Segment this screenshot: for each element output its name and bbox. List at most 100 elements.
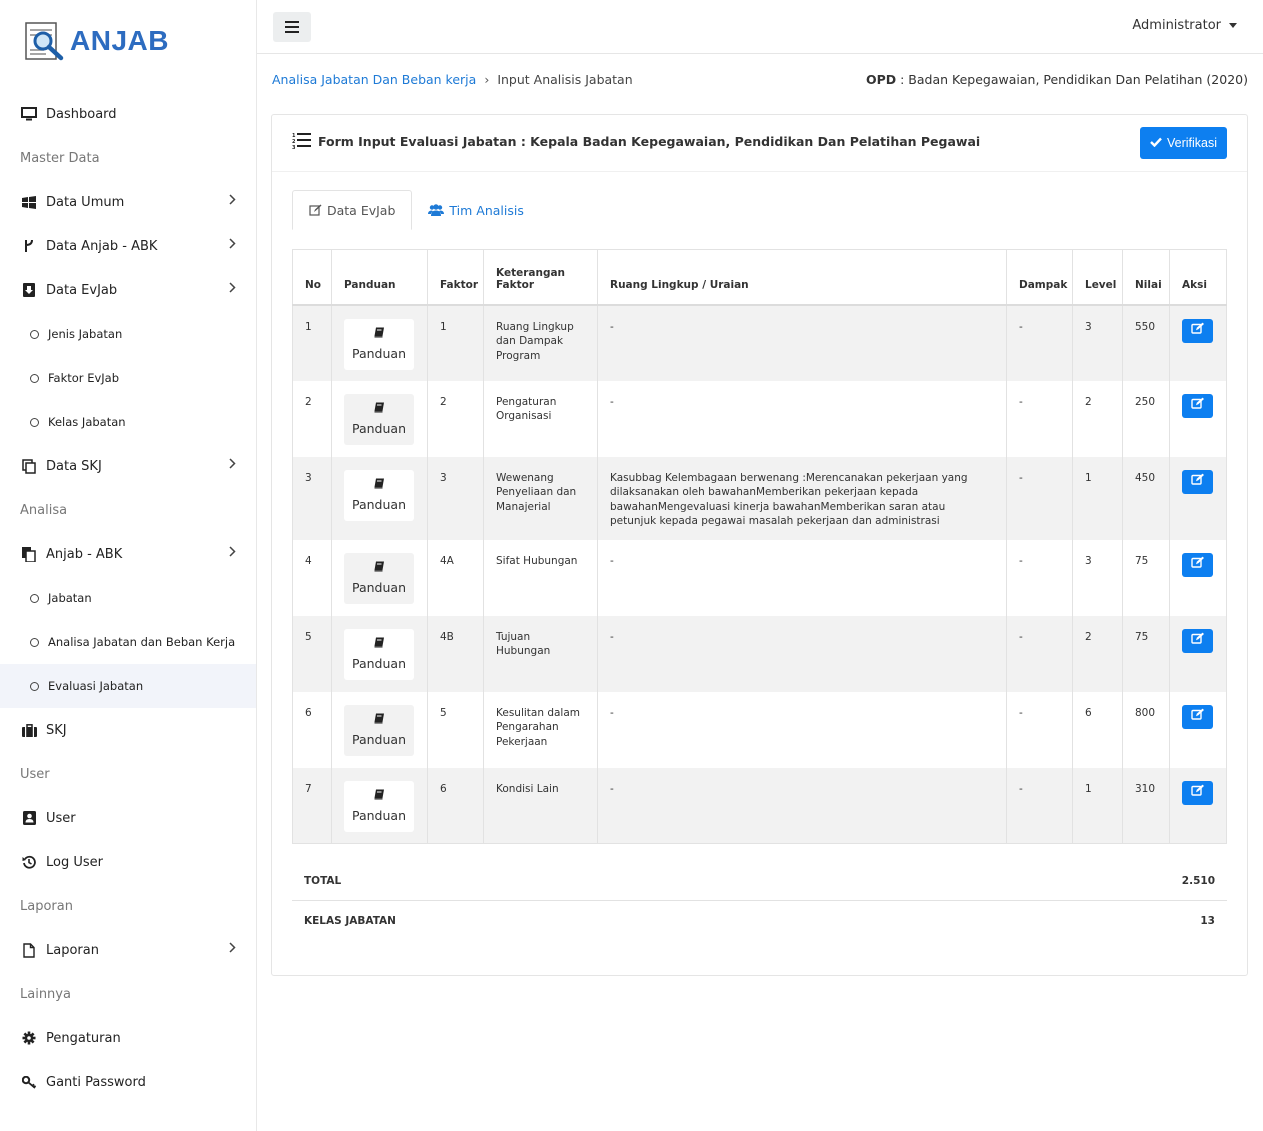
sidebar-item-skj[interactable]: SKJ: [0, 708, 256, 752]
sidebar-item-anjab-abk[interactable]: Anjab - ABK: [0, 532, 256, 576]
col-uraian[interactable]: Ruang Lingkup / Uraian: [597, 249, 1007, 306]
cell-faktor: 2: [427, 380, 484, 457]
cell-level: 2: [1072, 615, 1123, 692]
tab-tim-analisis[interactable]: Tim Analisis: [412, 190, 539, 230]
sidebar-subitem-jabatan[interactable]: Jabatan: [0, 576, 256, 620]
cell-no: 2: [292, 380, 332, 457]
sidebar-item-label: Data EvJab: [46, 282, 118, 298]
sidebar-subitem-evaluasi-jabatan[interactable]: Evaluasi Jabatan: [0, 664, 256, 708]
panduan-button[interactable]: Panduan: [344, 628, 414, 680]
opd-info: OPD : Badan Kepegawaian, Pendidikan Dan …: [866, 72, 1248, 87]
edit-row-button[interactable]: [1182, 469, 1213, 494]
cell-level: 1: [1072, 456, 1123, 540]
circle-icon: [30, 417, 39, 427]
breadcrumb: Analisa Jabatan Dan Beban kerja › Input An…: [272, 72, 633, 87]
col-no[interactable]: No: [292, 249, 332, 306]
totals-section: TOTAL 2.510 KELAS JABATAN 13: [292, 862, 1227, 940]
sidebar-item-user[interactable]: User: [0, 796, 256, 840]
panduan-button[interactable]: Panduan: [344, 318, 414, 370]
kelas-jabatan-value: 13: [1200, 914, 1215, 927]
cell-keterangan: Tujuan Hubungan: [483, 615, 598, 692]
user-menu-dropdown[interactable]: Administrator: [1132, 18, 1237, 33]
sidebar-item-label: Dashboard: [46, 106, 117, 122]
panduan-button[interactable]: Panduan: [344, 704, 414, 756]
edit-row-button[interactable]: [1182, 780, 1213, 805]
sidebar-item-laporan[interactable]: Laporan: [0, 928, 256, 972]
cell-panduan: Panduan: [331, 456, 428, 540]
svg-text:3: 3: [292, 145, 296, 149]
card-divider: [272, 171, 1247, 172]
col-level[interactable]: Level: [1072, 249, 1123, 306]
cell-uraian: -: [597, 691, 1007, 768]
app-logo[interactable]: ANJAB: [24, 20, 169, 62]
panduan-button-label: Panduan: [352, 345, 406, 361]
panduan-button[interactable]: Panduan: [344, 552, 414, 604]
sidebar-subitem-jenis-jabatan[interactable]: Jenis Jabatan: [0, 312, 256, 356]
edit-row-button[interactable]: [1182, 318, 1213, 343]
cell-dampak: -: [1006, 767, 1073, 844]
panduan-button-label: Panduan: [352, 655, 406, 671]
col-nilai[interactable]: Nilai: [1122, 249, 1170, 306]
magnifier-document-icon: [25, 22, 64, 61]
cell-aksi: [1169, 539, 1227, 616]
cell-faktor: 4A: [427, 539, 484, 616]
sidebar-item-pengaturan[interactable]: Pengaturan: [0, 1016, 256, 1060]
sidebar-item-label: Laporan: [46, 942, 99, 958]
cell-dampak: -: [1006, 456, 1073, 540]
cell-uraian: -: [597, 380, 1007, 457]
sidebar-item-data-evjab[interactable]: Data EvJab: [0, 268, 256, 312]
panduan-button[interactable]: Panduan: [344, 780, 414, 832]
edit-row-button[interactable]: [1182, 704, 1213, 729]
panduan-button[interactable]: Panduan: [344, 393, 414, 445]
book-icon: [374, 713, 385, 728]
chevron-right-icon: [229, 282, 236, 297]
verify-button[interactable]: Verifikasi: [1139, 127, 1227, 159]
cell-nilai: 450: [1122, 456, 1170, 540]
col-dampak[interactable]: Dampak: [1006, 249, 1073, 306]
sidebar-item-data-skj[interactable]: Data SKJ: [0, 444, 256, 488]
breadcrumb-current: Input Analisis Jabatan: [497, 72, 633, 87]
windows-icon: [20, 195, 38, 209]
sidebar-item-label: Data Anjab - ABK: [46, 238, 158, 254]
sidebar-section-lainnya: Lainnya: [20, 986, 71, 1002]
col-faktor[interactable]: Faktor: [427, 249, 484, 306]
edit-icon: [1190, 632, 1205, 649]
topbar: Administrator: [257, 0, 1263, 54]
sidebar-item-data-anjab-abk[interactable]: Data Anjab - ABK: [0, 224, 256, 268]
table-row: 7 Panduan 6 Kondisi Lain - -1 310: [292, 767, 1227, 844]
users-icon: [428, 204, 445, 216]
cell-no: 1: [292, 304, 332, 381]
cell-panduan: Panduan: [331, 539, 428, 616]
sidebar-item-data-umum[interactable]: Data Umum: [0, 180, 256, 224]
sidebar-item-dashboard[interactable]: Dashboard: [0, 92, 256, 136]
col-panduan[interactable]: Panduan: [331, 249, 428, 306]
sidebar-item-log-user[interactable]: Log User: [0, 840, 256, 884]
sidebar-item-label: Pengaturan: [46, 1030, 121, 1046]
caret-down-icon: [1229, 23, 1237, 28]
cell-keterangan: Ruang Lingkup dan Dampak Program: [483, 304, 598, 381]
cell-nilai: 550: [1122, 304, 1170, 381]
cell-nilai: 800: [1122, 691, 1170, 768]
sidebar: ANJAB Dashboard Master Data Data Umum Data …: [0, 0, 257, 1131]
sidebar-subitem-kelas-jabatan[interactable]: Kelas Jabatan: [0, 400, 256, 444]
col-aksi[interactable]: Aksi: [1169, 249, 1227, 306]
sidebar-subitem-analisa-jabatan-dan-beban-kerja[interactable]: Analisa Jabatan dan Beban Kerja: [0, 620, 256, 664]
cell-keterangan: Kondisi Lain: [483, 767, 598, 844]
cell-panduan: Panduan: [331, 615, 428, 692]
col-keterangan[interactable]: Keterangan Faktor: [483, 249, 598, 306]
cell-panduan: Panduan: [331, 767, 428, 844]
tab-data-evjab[interactable]: Data EvJab: [292, 190, 413, 230]
sidebar-subitem-faktor-evjab[interactable]: Faktor EvJab: [0, 356, 256, 400]
edit-row-button[interactable]: [1182, 552, 1213, 577]
sidebar-subitem-label: Kelas Jabatan: [48, 415, 126, 429]
menu-toggle-button[interactable]: [273, 12, 311, 42]
edit-row-button[interactable]: [1182, 393, 1213, 418]
sidebar-item-ganti-password[interactable]: Ganti Password: [0, 1060, 256, 1104]
hamburger-icon: [285, 21, 299, 33]
edit-row-button[interactable]: [1182, 628, 1213, 653]
cell-aksi: [1169, 304, 1227, 381]
breadcrumb-parent-link[interactable]: Analisa Jabatan Dan Beban kerja: [272, 72, 476, 87]
cell-uraian: -: [597, 767, 1007, 844]
panduan-button[interactable]: Panduan: [344, 469, 414, 521]
cell-no: 5: [292, 615, 332, 692]
